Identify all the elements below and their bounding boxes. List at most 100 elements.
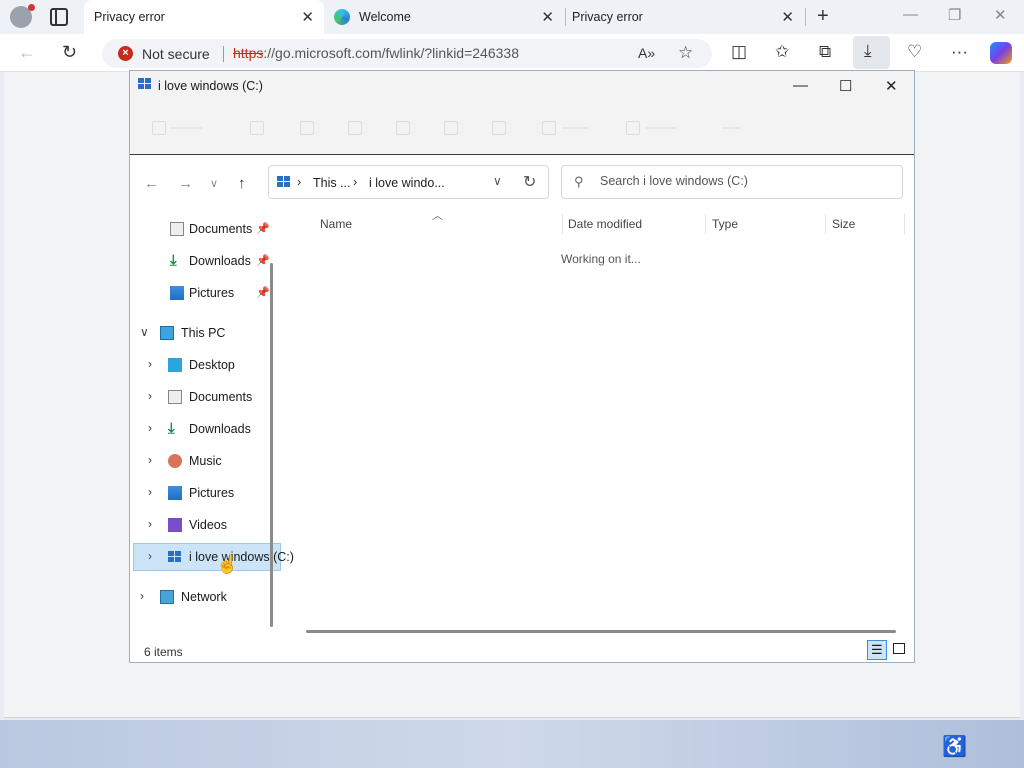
this-pc-icon [160, 326, 174, 340]
sidebar-item-label: Documents [189, 390, 253, 404]
breadcrumb-drive[interactable]: i love windo... [369, 176, 445, 190]
explorer-minimize-button[interactable]: — [793, 77, 808, 94]
split-screen-icon[interactable]: ◫ [731, 42, 747, 62]
network-icon [160, 590, 174, 604]
horizontal-scrollbar[interactable] [306, 630, 896, 633]
more-icon[interactable]: ··· [951, 42, 968, 62]
view-icon [626, 121, 640, 135]
downloads-icon: ⤓ [170, 252, 177, 269]
explorer-maximize-button[interactable]: ☐ [839, 77, 852, 95]
profile-avatar[interactable] [10, 4, 35, 28]
breadcrumb-chevron-icon: › [297, 174, 302, 189]
chevron-right-icon[interactable]: › [148, 517, 152, 531]
share-icon [444, 121, 458, 135]
downloads-button[interactable]: ⤓ [853, 36, 890, 69]
url-text[interactable]: https://go.microsoft.com/fwlink/?linkid=… [233, 45, 519, 61]
breadcrumb[interactable]: › This ... › i love windo... ∨ ↻ [268, 165, 549, 199]
sidebar-item-videos[interactable]: › Videos [148, 513, 278, 537]
sidebar-item-desktop[interactable]: › Desktop [148, 353, 278, 377]
column-divider[interactable] [825, 214, 826, 234]
search-box[interactable]: ⚲ [561, 165, 903, 199]
chevron-right-icon[interactable]: › [148, 357, 152, 371]
tab-privacy-error-2[interactable]: Privacy error ✕ [562, 0, 804, 34]
chevron-right-icon[interactable]: › [148, 421, 152, 435]
chevron-right-icon[interactable]: › [148, 389, 152, 403]
explorer-title-bar[interactable]: i love windows (C:) — ☐ ✕ [130, 71, 914, 101]
tab-label: Privacy error [94, 10, 165, 24]
pictures-icon [170, 286, 184, 300]
breadcrumb-drive-icon [277, 176, 291, 188]
sidebar-item-documents-quick[interactable]: Documents 📌 [168, 217, 278, 241]
chevron-down-icon[interactable]: ∨ [140, 325, 149, 339]
search-input[interactable] [600, 174, 890, 188]
collections-icon[interactable]: ⧉ [819, 42, 831, 62]
sidebar-item-label: Network [181, 590, 227, 604]
delete-icon [492, 121, 506, 135]
pin-icon: 📌 [256, 255, 270, 267]
chevron-right-icon[interactable]: › [140, 589, 144, 603]
breadcrumb-chevron-icon[interactable]: › [353, 174, 357, 189]
chevron-right-icon[interactable]: › [148, 485, 152, 499]
details-view-button[interactable]: ☰ [867, 640, 887, 660]
tab-welcome[interactable]: Welcome ✕ [328, 0, 564, 34]
read-aloud-icon[interactable]: A» [638, 45, 655, 61]
sort-ascending-icon: ︿ [432, 210, 443, 222]
new-item-icon [152, 121, 166, 135]
column-divider[interactable] [562, 214, 563, 234]
sidebar-item-downloads[interactable]: › ⤓ Downloads [148, 417, 278, 441]
back-button[interactable]: ← [18, 42, 36, 63]
minimize-button[interactable]: — [903, 6, 918, 23]
desktop-background [0, 720, 1024, 768]
sidebar-item-downloads-quick[interactable]: ⤓ Downloads 📌 [168, 249, 278, 273]
close-tab-icon[interactable]: ✕ [301, 8, 314, 26]
chevron-right-icon[interactable]: › [148, 453, 152, 467]
accessibility-icon[interactable]: ♿ [942, 734, 967, 759]
explorer-close-button[interactable]: ✕ [885, 77, 898, 95]
restore-button[interactable]: ❐ [948, 6, 961, 24]
column-header-name[interactable]: Name [320, 217, 352, 231]
column-divider[interactable] [705, 214, 706, 234]
up-button[interactable]: ↑ [238, 175, 246, 192]
close-tab-icon[interactable]: ✕ [781, 8, 794, 26]
tab-actions-icon[interactable] [50, 8, 68, 26]
desktop-icon [168, 358, 182, 372]
downloads-icon: ⤓ [168, 420, 175, 437]
not-secure-label[interactable]: Not secure [142, 46, 210, 62]
address-divider [223, 46, 224, 62]
hand-cursor-icon: ☝ [216, 554, 239, 574]
sidebar-item-this-pc[interactable]: ∨ This PC [138, 321, 278, 345]
recent-locations-icon[interactable]: ∨ [210, 177, 218, 190]
chevron-right-icon[interactable]: › [148, 549, 152, 563]
copilot-icon[interactable] [990, 42, 1012, 64]
sidebar-scrollbar[interactable] [270, 263, 273, 627]
refresh-button[interactable]: ↻ [62, 42, 77, 63]
favorites-icon[interactable]: ✩ [775, 42, 789, 62]
new-tab-button[interactable]: + [817, 5, 829, 28]
forward-button[interactable]: → [178, 175, 193, 192]
close-window-button[interactable]: ✕ [994, 6, 1007, 24]
refresh-icon[interactable]: ↻ [523, 172, 536, 192]
sidebar-item-pictures-quick[interactable]: Pictures 📌 [168, 281, 278, 305]
column-header-type[interactable]: Type [712, 217, 738, 231]
breadcrumb-this-pc[interactable]: This ... [313, 176, 351, 190]
sidebar-item-music[interactable]: › Music [148, 449, 278, 473]
item-count: 6 items [144, 645, 183, 659]
sidebar-item-documents[interactable]: › Documents [148, 385, 278, 409]
tiles-view-button[interactable] [890, 640, 910, 660]
browser-essentials-icon[interactable]: ♡ [907, 42, 922, 62]
pin-icon: 📌 [256, 287, 270, 299]
close-tab-icon[interactable]: ✕ [541, 8, 554, 26]
back-button[interactable]: ← [144, 175, 159, 192]
tab-privacy-error-1[interactable]: Privacy error ✕ [84, 0, 324, 34]
column-header-size[interactable]: Size [832, 217, 855, 231]
column-header-date-modified[interactable]: Date modified [568, 217, 642, 231]
not-secure-icon: × [118, 46, 133, 61]
sidebar-item-network[interactable]: › Network [138, 585, 278, 609]
column-divider[interactable] [904, 214, 905, 234]
file-explorer-window: i love windows (C:) — ☐ ✕ ← → ∨ ↑ › This… [129, 70, 915, 663]
tab-divider [805, 8, 806, 26]
sidebar-item-pictures[interactable]: › Pictures [148, 481, 278, 505]
address-dropdown-icon[interactable]: ∨ [493, 174, 502, 188]
address-bar[interactable]: × Not secure https://go.microsoft.com/fw… [102, 39, 712, 68]
favorite-star-icon[interactable]: ☆ [678, 43, 693, 63]
